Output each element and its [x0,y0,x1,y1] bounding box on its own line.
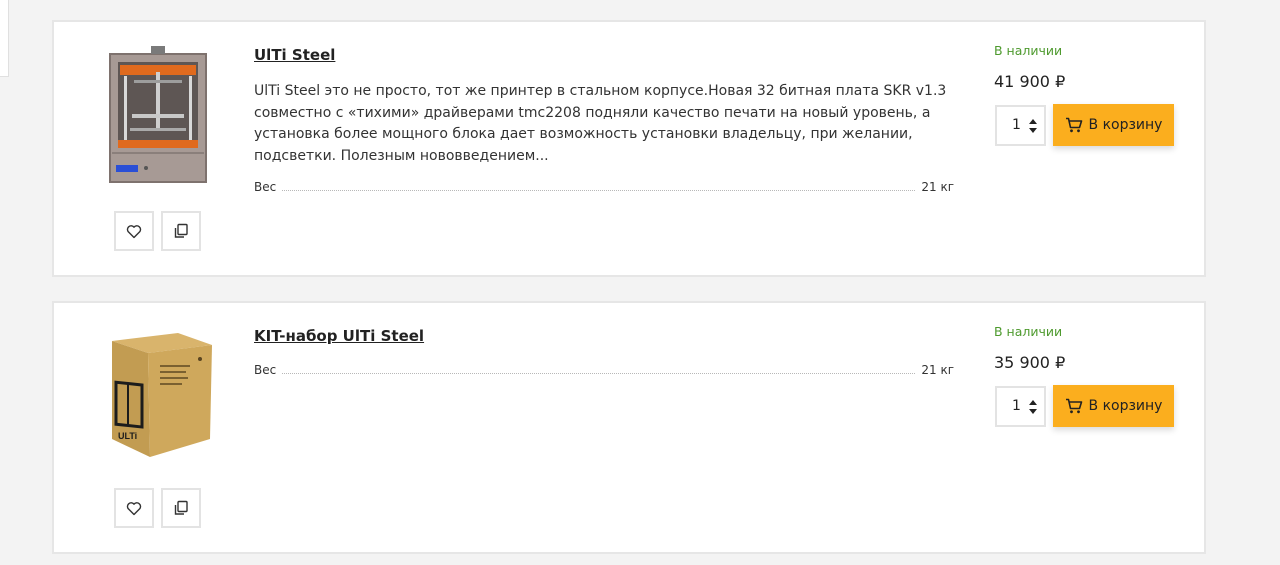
property-value: 21 кг [921,180,954,194]
product-title-link[interactable]: KIT-набор UlTi Steel [254,327,424,345]
product-description: UlTi Steel это не просто, тот же принтер… [254,83,947,164]
dotted-leader [282,373,916,374]
3d-printer-image [109,46,207,183]
compare-button[interactable] [161,488,201,528]
heart-icon [126,501,142,515]
add-to-cart-button[interactable]: В корзину [1053,104,1174,146]
cart-button-label: В корзину [1088,117,1163,133]
kit-box-image: ULTi [112,333,212,457]
side-panel-edge [0,0,9,77]
dotted-leader [282,190,916,191]
quantity-stepper[interactable]: 1 [995,105,1046,146]
cart-icon [1065,398,1082,414]
quantity-value[interactable]: 1 [1012,398,1021,414]
favorite-button[interactable] [114,488,154,528]
product-image[interactable] [104,44,214,184]
product-card: ULTi KIT-набор UlTi Steel Вес 21 кг В на… [52,301,1206,554]
product-price: 35 900 ₽ [994,353,1066,372]
up-down-arrows-icon[interactable] [1028,117,1038,135]
property-label: Вес [254,180,277,194]
favorite-button[interactable] [114,211,154,251]
compare-button[interactable] [161,211,201,251]
cart-button-label: В корзину [1088,398,1163,414]
stock-status: В наличии [994,324,1063,339]
property-label: Вес [254,363,277,377]
cart-icon [1065,117,1082,133]
up-down-arrows-icon[interactable] [1028,398,1038,416]
property-value: 21 кг [921,363,954,377]
box-print-text: ULTi [118,431,137,441]
add-to-cart-button[interactable]: В корзину [1053,385,1174,427]
product-card: UlTi Steel UlTi Steel это не просто, тот… [52,20,1206,277]
compare-icon [174,223,188,238]
compare-icon [174,500,188,515]
stock-status: В наличии [994,43,1063,58]
heart-icon [126,224,142,238]
quantity-stepper[interactable]: 1 [995,386,1046,427]
product-price: 41 900 ₽ [994,72,1066,91]
weight-property: Вес 21 кг [254,363,954,377]
product-image[interactable]: ULTi [104,329,214,469]
quantity-value[interactable]: 1 [1012,117,1021,133]
product-title-link[interactable]: UlTi Steel [254,46,335,64]
weight-property: Вес 21 кг [254,180,954,194]
